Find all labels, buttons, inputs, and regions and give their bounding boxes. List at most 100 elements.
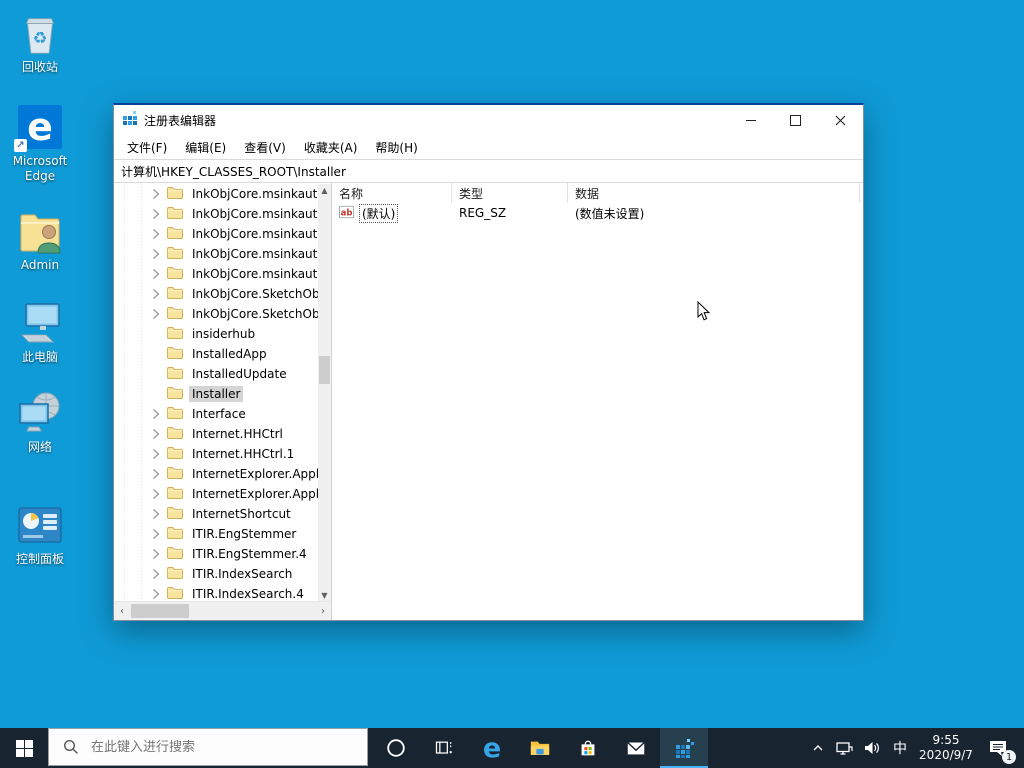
- network-icon: [2, 388, 78, 440]
- expand-chevron-icon[interactable]: [152, 528, 164, 540]
- scroll-left-icon[interactable]: ‹: [114, 602, 130, 620]
- taskbar-button-edge[interactable]: e: [468, 728, 516, 768]
- expand-chevron-icon[interactable]: [152, 568, 164, 580]
- tree-item-ITIR.IndexSearch[interactable]: ITIR.IndexSearch: [114, 564, 318, 584]
- folder-icon: [167, 326, 189, 342]
- taskbar-button-registry-editor[interactable]: [660, 728, 708, 768]
- menu-item-0[interactable]: 文件(F): [118, 139, 176, 156]
- ime-indicator[interactable]: 中: [886, 728, 914, 768]
- column-header-0[interactable]: 名称: [332, 183, 452, 203]
- desktop-icon-network[interactable]: 网络: [2, 388, 78, 455]
- folder-icon: [167, 206, 189, 222]
- menu-item-3[interactable]: 收藏夹(A): [295, 139, 367, 156]
- folder-icon: [167, 366, 189, 382]
- tree-item-InkObjCore.SketchOb[interactable]: InkObjCore.SketchOb: [114, 304, 318, 324]
- tree-item-ITIR.EngStemmer.4[interactable]: ITIR.EngStemmer.4: [114, 544, 318, 564]
- column-header-1[interactable]: 类型: [452, 183, 568, 203]
- window-content: InkObjCore.msinkaut InkObjCore.msinkaut In…: [114, 183, 863, 620]
- tree-item-InkObjCore.msinkaut[interactable]: InkObjCore.msinkaut: [114, 244, 318, 264]
- tree-item-InternetExplorer.Appl[interactable]: InternetExplorer.Appl: [114, 484, 318, 504]
- expand-chevron-icon[interactable]: [152, 288, 164, 300]
- expand-chevron-icon[interactable]: [152, 228, 164, 240]
- tree-item-insiderhub[interactable]: insiderhub: [114, 324, 318, 344]
- expand-chevron-icon[interactable]: [152, 408, 164, 420]
- folder-icon: [167, 386, 189, 402]
- minimize-icon: [745, 119, 756, 121]
- volume-tray-button[interactable]: [858, 728, 886, 768]
- vertical-scroll-thumb[interactable]: [319, 356, 330, 384]
- desktop-icon-admin[interactable]: Admin: [2, 206, 78, 273]
- desktop-icon-control-panel[interactable]: 控制面板: [2, 500, 78, 567]
- tree-item-ITIR.EngStemmer[interactable]: ITIR.EngStemmer: [114, 524, 318, 544]
- action-center-button[interactable]: 1: [978, 728, 1018, 768]
- desktop-icon-label: 此电脑: [21, 350, 58, 364]
- expand-chevron-icon[interactable]: [152, 208, 164, 220]
- desktop-icon-recycle-bin[interactable]: ♻ 回收站: [2, 8, 78, 75]
- tree-item-label: ITIR.EngStemmer: [192, 527, 297, 541]
- address-bar[interactable]: 计算机\HKEY_CLASSES_ROOT\Installer: [114, 159, 863, 183]
- search-input[interactable]: [89, 738, 343, 756]
- taskbar-button-cortana[interactable]: [372, 728, 420, 768]
- tree-item-InkObjCore.msinkaut[interactable]: InkObjCore.msinkaut: [114, 204, 318, 224]
- taskbar-button-mail[interactable]: [612, 728, 660, 768]
- expand-chevron-icon[interactable]: [152, 248, 164, 260]
- taskbar-button-store[interactable]: [564, 728, 612, 768]
- menu-item-1[interactable]: 编辑(E): [176, 139, 235, 156]
- maximize-button[interactable]: [773, 105, 818, 135]
- tree-item-ITIR.IndexSearch.4[interactable]: ITIR.IndexSearch.4: [114, 584, 318, 602]
- start-button[interactable]: [0, 728, 48, 768]
- expand-chevron-icon[interactable]: [152, 448, 164, 460]
- tree-item-InkObjCore.msinkaut[interactable]: InkObjCore.msinkaut: [114, 224, 318, 244]
- tree-connector: [152, 388, 164, 400]
- tree-item-label: InkObjCore.msinkaut: [192, 227, 318, 241]
- taskbar-clock[interactable]: 9:55 2020/9/7: [914, 728, 978, 768]
- close-button[interactable]: [818, 105, 863, 135]
- folder-icon: [167, 506, 189, 522]
- tree-item-Internet.HHCtrl[interactable]: Internet.HHCtrl: [114, 424, 318, 444]
- tree-item-Installer[interactable]: Installer: [114, 384, 318, 404]
- tree-item-InternetExplorer.Appl[interactable]: InternetExplorer.Appl: [114, 464, 318, 484]
- taskbar-button-file-explorer[interactable]: [516, 728, 564, 768]
- expand-chevron-icon[interactable]: [152, 428, 164, 440]
- desktop-icon-this-pc[interactable]: 此电脑: [2, 298, 78, 365]
- expand-chevron-icon[interactable]: [152, 548, 164, 560]
- edge-icon: e: [482, 732, 502, 764]
- expand-chevron-icon[interactable]: [152, 508, 164, 520]
- tree-item-Interface[interactable]: Interface: [114, 404, 318, 424]
- tree-horizontal-scrollbar[interactable]: ‹ ›: [114, 601, 331, 620]
- tree-item-InkObjCore.SketchOb[interactable]: InkObjCore.SketchOb: [114, 284, 318, 304]
- column-header-2[interactable]: 数据: [568, 183, 860, 203]
- value-row[interactable]: ab (默认) REG_SZ (数值未设置): [332, 203, 863, 223]
- hidden-icons-button[interactable]: [806, 728, 830, 768]
- tree-item-InstalledApp[interactable]: InstalledApp: [114, 344, 318, 364]
- tree-item-InstalledUpdate[interactable]: InstalledUpdate: [114, 364, 318, 384]
- tree-item-InkObjCore.msinkaut[interactable]: InkObjCore.msinkaut: [114, 184, 318, 204]
- title-bar[interactable]: 注册表编辑器: [114, 105, 863, 135]
- minimize-button[interactable]: [728, 105, 773, 135]
- tree-item-label: insiderhub: [192, 327, 256, 341]
- horizontal-scroll-thumb[interactable]: [131, 604, 189, 618]
- tree-item-InternetShortcut[interactable]: InternetShortcut: [114, 504, 318, 524]
- network-tray-button[interactable]: [830, 728, 858, 768]
- system-tray: 中 9:55 2020/9/7 1: [806, 728, 1024, 768]
- menu-item-4[interactable]: 帮助(H): [366, 139, 426, 156]
- expand-chevron-icon[interactable]: [152, 188, 164, 200]
- expand-chevron-icon[interactable]: [152, 268, 164, 280]
- registry-tree: InkObjCore.msinkaut InkObjCore.msinkaut In…: [114, 184, 318, 602]
- scroll-up-icon[interactable]: ▲: [318, 184, 331, 197]
- menu-item-2[interactable]: 查看(V): [235, 139, 295, 156]
- tree-vertical-scrollbar[interactable]: ▲ ▼: [318, 184, 331, 602]
- tree-item-InkObjCore.msinkaut[interactable]: InkObjCore.msinkaut: [114, 264, 318, 284]
- tree-item-Internet.HHCtrl.1[interactable]: Internet.HHCtrl.1: [114, 444, 318, 464]
- taskbar-button-task-view[interactable]: [420, 728, 468, 768]
- tree-item-label: InkObjCore.msinkaut: [192, 207, 318, 221]
- taskbar-search[interactable]: [48, 728, 368, 766]
- expand-chevron-icon[interactable]: [152, 308, 164, 320]
- reg-sz-icon: ab: [339, 205, 356, 222]
- scroll-right-icon[interactable]: ›: [315, 602, 331, 620]
- expand-chevron-icon[interactable]: [152, 588, 164, 600]
- expand-chevron-icon[interactable]: [152, 468, 164, 480]
- expand-chevron-icon[interactable]: [152, 488, 164, 500]
- desktop-icon-microsoft-edge[interactable]: e ↗ Microsoft Edge: [2, 102, 78, 184]
- desktop-icon-label: Microsoft Edge: [12, 154, 68, 183]
